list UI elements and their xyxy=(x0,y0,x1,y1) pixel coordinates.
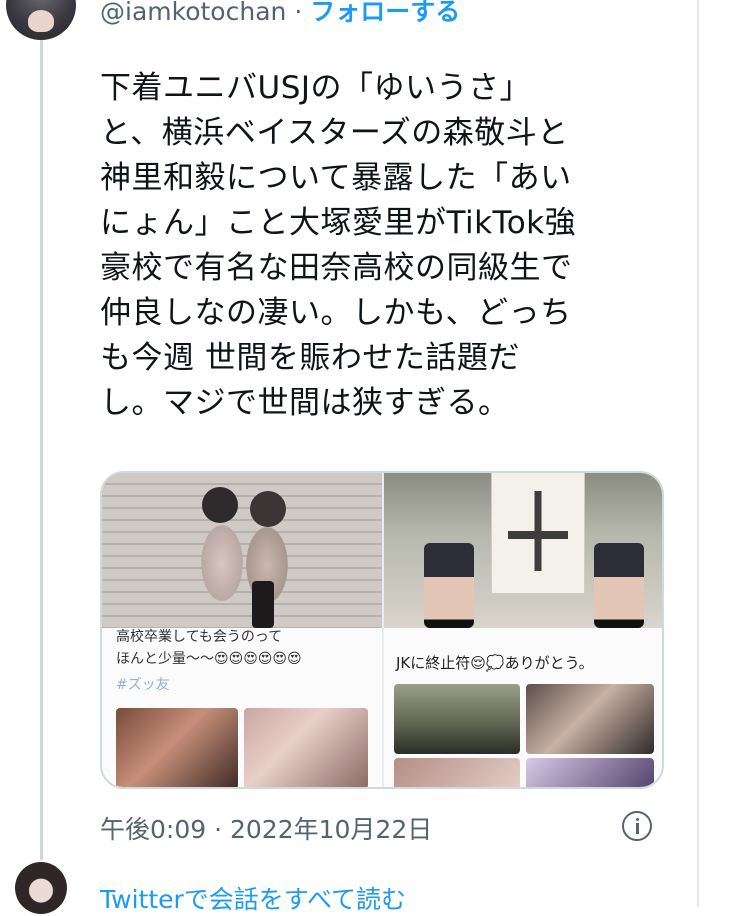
embedded-thumbnail xyxy=(394,684,520,754)
view-full-conversation-link[interactable]: Twitterで会話をすべて読む xyxy=(100,880,406,916)
follow-button[interactable]: フォローする xyxy=(310,0,460,26)
person-figure xyxy=(250,491,286,527)
tweet-header: @iamkotochan · フォローする xyxy=(100,0,460,28)
boots-detail xyxy=(252,581,274,628)
embedded-caption-line: JKに終止符😌💭ありがとう。 xyxy=(396,654,594,672)
embedded-post-left: 高校卒業しても会うのって ほんと少量〜〜😍😍😍😍😍😍 #ズッ友 xyxy=(102,628,382,787)
calligraphy-strokes xyxy=(508,491,568,571)
embedded-caption-line: 高校卒業しても会うのって xyxy=(116,629,283,645)
embedded-thumbnail xyxy=(526,684,654,754)
author-handle[interactable]: @iamkotochan xyxy=(100,0,286,26)
thread-connector-line xyxy=(40,40,43,860)
author-avatar[interactable] xyxy=(6,0,76,40)
media-image-right[interactable]: JKに終止符😌💭ありがとう。 xyxy=(384,473,662,787)
tweet-text-line: 豪校で有名な田奈高校の同級生で xyxy=(100,250,573,286)
photo-stairs-two-women xyxy=(102,473,382,628)
embedded-thumbnail xyxy=(116,708,238,787)
tweet-text-line: 神里和毅について暴露した「あい xyxy=(100,160,572,196)
tweet-text-line: 仲良しなの凄い。しかも、どっち xyxy=(100,295,572,331)
person-figure xyxy=(424,543,474,628)
tweet-text-line: し。マジで世間は狭すぎる。 xyxy=(100,385,510,421)
embedded-hashtag: #ズッ友 xyxy=(116,677,170,693)
tweet-text-line: 下着ユニバUSJの「ゆいうさ」 xyxy=(100,70,532,106)
embedded-post-right: JKに終止符😌💭ありがとう。 xyxy=(384,628,662,787)
embedded-thumbnail xyxy=(244,708,368,787)
photo-graduation-sign xyxy=(384,473,662,628)
tweet-text-line: も今週 世間を賑わせた話題だ xyxy=(100,340,520,376)
media-image-left[interactable]: 高校卒業しても会うのって ほんと少量〜〜😍😍😍😍😍😍 #ズッ友 xyxy=(102,473,382,787)
media-card[interactable]: 高校卒業しても会うのって ほんと少量〜〜😍😍😍😍😍😍 #ズッ友 JKに終止符😌💭… xyxy=(100,471,664,789)
tweet-text-line: にょん」こと大塚愛里がTikTok強 xyxy=(100,205,577,241)
ceremony-sign xyxy=(492,473,584,593)
embedded-caption-line: ほんと少量〜〜😍😍😍😍😍😍 xyxy=(116,651,302,667)
right-border xyxy=(697,0,699,907)
reply-avatar[interactable] xyxy=(15,862,67,914)
person-figure xyxy=(202,487,238,523)
header-separator: · xyxy=(294,0,303,26)
tweet-text-line: と、横浜ベイスターズの森敬斗と xyxy=(100,115,569,151)
tweet-text: 下着ユニバUSJの「ゆいうさ」 と、横浜ベイスターズの森敬斗と 神里和毅について… xyxy=(100,66,670,426)
avatar-face xyxy=(28,10,54,32)
info-icon[interactable] xyxy=(622,811,652,841)
embedded-thumbnail xyxy=(394,758,520,787)
tweet-timestamp[interactable]: 午後0:09 · 2022年10月22日 xyxy=(100,810,432,846)
embedded-thumbnail xyxy=(526,758,654,787)
person-figure xyxy=(594,543,644,628)
